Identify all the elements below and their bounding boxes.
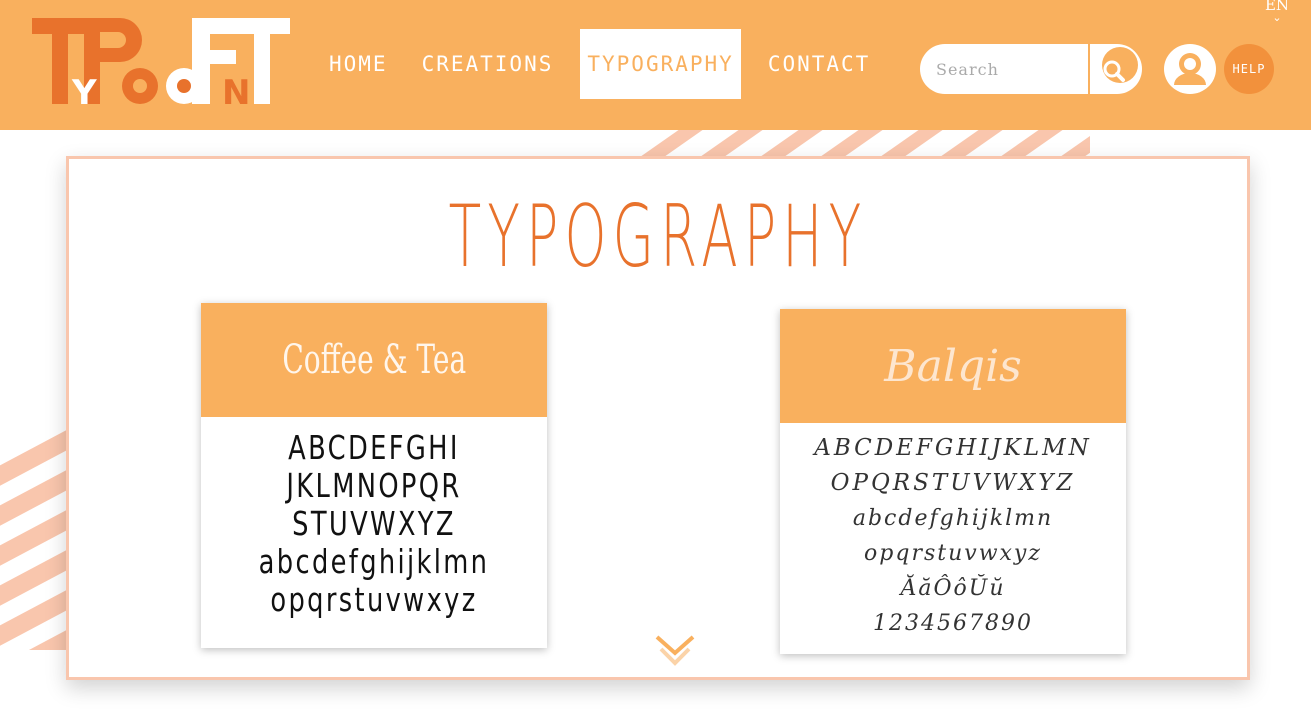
sample-line: abcdefghijklmn: [852, 506, 1054, 531]
svg-text:Y: Y: [71, 73, 97, 110]
sample-line: opqrstuvwxyz: [864, 541, 1042, 566]
nav-creations[interactable]: CREATIONS: [405, 29, 571, 99]
chevron-down-icon: ⌄: [1272, 11, 1282, 24]
magnifier-icon: [1102, 47, 1138, 83]
language-selector[interactable]: EN ⌄: [1264, 0, 1290, 24]
nav-home[interactable]: HOME: [312, 29, 405, 99]
font-card-header: Balqis: [780, 309, 1126, 423]
sample-line: STUVWXYZ: [292, 504, 456, 543]
sample-line: ĂăÔôŬŭ: [900, 576, 1006, 601]
page-title: TYPOGRAPHY: [448, 187, 868, 287]
sample-line: abcdefghijklmn: [258, 542, 490, 581]
font-card-coffee-tea[interactable]: Coffee & Tea ABCDEFGHI JKLMNOPQR STUVWXY…: [201, 303, 547, 648]
search-input[interactable]: [936, 59, 1076, 79]
font-name: Coffee & Tea: [282, 337, 466, 383]
nav-typography[interactable]: TYPOGRAPHY: [580, 29, 741, 99]
font-sample: ABCDEFGHIJKLMN OPQRSTUVWXYZ abcdefghijkl…: [780, 423, 1126, 641]
font-card-balqis[interactable]: Balqis ABCDEFGHIJKLMN OPQRSTUVWXYZ abcde…: [780, 309, 1126, 654]
sample-line: ABCDEFGHIJKLMN: [814, 435, 1092, 461]
user-icon: [1174, 53, 1206, 85]
help-label: HELP: [1232, 62, 1266, 76]
user-account-button[interactable]: [1164, 44, 1216, 94]
search-field-wrap: [920, 44, 1088, 94]
svg-text:N: N: [222, 73, 250, 110]
sample-line: ABCDEFGHI: [288, 428, 460, 467]
font-sample: ABCDEFGHI JKLMNOPQR STUVWXYZ abcdefghijk…: [239, 417, 509, 619]
help-button[interactable]: HELP: [1224, 44, 1274, 94]
typography-panel: TYPOGRAPHY Coffee & Tea ABCDEFGHI JKLMNO…: [66, 156, 1250, 680]
font-card-header: Coffee & Tea: [201, 303, 547, 417]
sample-line: JKLMNOPQR: [286, 466, 462, 505]
sample-line: opqrstuvwxyz: [270, 580, 478, 619]
font-name: Balqis: [884, 340, 1022, 392]
main-nav: HOME CREATIONS TYPOGRAPHY CONTACT: [312, 28, 887, 100]
search-button[interactable]: [1090, 44, 1142, 94]
site-logo[interactable]: Y N: [32, 14, 294, 113]
sample-line: OPQRSTUVWXYZ: [830, 470, 1076, 496]
double-chevron-down-icon: [655, 635, 695, 666]
scroll-down-button[interactable]: [653, 633, 697, 673]
site-header: Y N HOME CREATIONS TYPOGRAPHY CONTACT Se…: [0, 0, 1311, 130]
sample-line: 1234567890: [873, 611, 1033, 636]
search-box: [920, 44, 1142, 94]
nav-contact[interactable]: CONTACT: [751, 29, 888, 99]
